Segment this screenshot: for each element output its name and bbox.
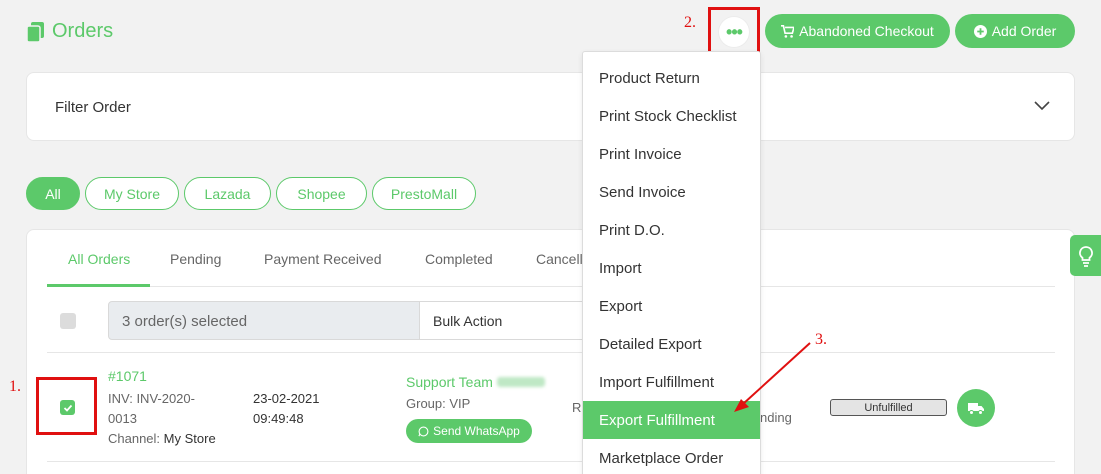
cart-icon bbox=[781, 24, 795, 38]
divider bbox=[47, 461, 1055, 462]
invoice-number: INV: INV-2020-0013 bbox=[108, 389, 223, 429]
tab-payment-received[interactable]: Payment Received bbox=[264, 251, 382, 267]
channel-pill-all[interactable]: All bbox=[26, 177, 80, 210]
order-channel: Channel: My Store bbox=[108, 431, 216, 446]
order-date: 23-02-2021 bbox=[253, 391, 320, 406]
invoice-label: INV: bbox=[108, 391, 133, 406]
truck-icon bbox=[968, 402, 984, 415]
annotation-marker-2: 2. bbox=[684, 14, 696, 31]
menu-item-marketplace-order[interactable]: Marketplace Order bbox=[583, 439, 760, 474]
order-status-tabs: All Orders Pending Payment Received Comp… bbox=[47, 230, 1055, 287]
tab-all-orders[interactable]: All Orders bbox=[68, 251, 130, 267]
more-icon: ••• bbox=[726, 22, 743, 42]
divider bbox=[47, 352, 1055, 353]
group-label: Group: bbox=[406, 396, 446, 411]
customer-group: Group: VIP bbox=[406, 396, 470, 411]
payment-status-text: nding bbox=[760, 410, 792, 425]
more-actions-menu: Product Return Print Stock Checklist Pri… bbox=[582, 51, 761, 474]
customer-name-text: Support Team bbox=[406, 374, 493, 390]
chevron-down-icon[interactable] bbox=[1034, 101, 1050, 111]
active-tab-indicator bbox=[47, 284, 150, 287]
order-row-checkbox[interactable] bbox=[60, 400, 75, 415]
menu-item-send-invoice[interactable]: Send Invoice bbox=[583, 173, 760, 211]
page-title: Orders bbox=[26, 20, 113, 43]
channel-pill-lazada[interactable]: Lazada bbox=[184, 177, 271, 210]
annotation-highlight-row-checkbox bbox=[36, 377, 97, 435]
annotation-highlight-more: ••• bbox=[708, 7, 760, 54]
redacted-name bbox=[496, 377, 545, 387]
group-value: VIP bbox=[449, 396, 471, 411]
fulfill-order-button[interactable] bbox=[957, 389, 995, 427]
menu-item-print-do[interactable]: Print D.O. bbox=[583, 211, 760, 249]
filter-order-panel[interactable]: Filter Order bbox=[26, 72, 1075, 141]
add-order-label: Add Order bbox=[991, 23, 1057, 39]
order-datetime: 23-02-2021 09:49:48 bbox=[253, 389, 343, 429]
menu-item-export-fulfillment[interactable]: Export Fulfillment bbox=[583, 401, 760, 439]
more-actions-button[interactable]: ••• bbox=[719, 17, 749, 47]
orders-icon bbox=[26, 21, 44, 43]
tab-cancelled[interactable]: Cancell bbox=[536, 251, 583, 267]
annotation-marker-1: 1. bbox=[9, 378, 21, 395]
menu-item-detailed-export[interactable]: Detailed Export bbox=[583, 325, 760, 363]
channel-pill-shopee[interactable]: Shopee bbox=[276, 177, 367, 210]
channel-filter: All My Store Lazada Shopee PrestoMall bbox=[26, 177, 476, 210]
whatsapp-icon bbox=[418, 426, 429, 436]
tab-completed[interactable]: Completed bbox=[425, 251, 493, 267]
annotation-marker-3: 3. bbox=[815, 331, 827, 348]
channel-label: Channel: bbox=[108, 431, 161, 446]
tab-pending[interactable]: Pending bbox=[170, 251, 221, 267]
menu-item-print-stock-checklist[interactable]: Print Stock Checklist bbox=[583, 97, 760, 135]
channel-value: My Store bbox=[163, 431, 216, 446]
tips-side-tab[interactable] bbox=[1070, 235, 1101, 276]
menu-item-product-return[interactable]: Product Return bbox=[583, 59, 760, 97]
abandoned-checkout-button[interactable]: Abandoned Checkout bbox=[765, 14, 950, 48]
select-all-checkbox[interactable] bbox=[60, 313, 76, 329]
menu-item-import[interactable]: Import bbox=[583, 249, 760, 287]
fulfillment-status-badge: Unfulfilled bbox=[830, 399, 947, 416]
plus-circle-icon bbox=[973, 24, 987, 38]
bulk-action-select[interactable]: Bulk Action bbox=[419, 301, 585, 340]
check-icon bbox=[63, 404, 72, 412]
order-time: 09:49:48 bbox=[253, 411, 304, 426]
selected-count-field: 3 order(s) selected bbox=[108, 301, 420, 340]
menu-item-print-invoice[interactable]: Print Invoice bbox=[583, 135, 760, 173]
channel-pill-prestomall[interactable]: PrestoMall bbox=[372, 177, 476, 210]
channel-pill-my-store[interactable]: My Store bbox=[85, 177, 179, 210]
add-order-button[interactable]: Add Order bbox=[955, 14, 1075, 48]
page-title-text: Orders bbox=[52, 20, 114, 42]
menu-item-export[interactable]: Export bbox=[583, 287, 760, 325]
abandoned-checkout-label: Abandoned Checkout bbox=[799, 23, 934, 39]
order-id-link[interactable]: #1071 bbox=[108, 368, 147, 384]
filter-order-title: Filter Order bbox=[55, 99, 131, 116]
send-whatsapp-label: Send WhatsApp bbox=[433, 424, 520, 438]
menu-item-import-fulfillment[interactable]: Import Fulfillment bbox=[583, 363, 760, 401]
send-whatsapp-button[interactable]: Send WhatsApp bbox=[406, 419, 532, 443]
lightbulb-icon bbox=[1078, 245, 1093, 267]
orders-panel: All Orders Pending Payment Received Comp… bbox=[26, 229, 1075, 474]
customer-name[interactable]: Support Team bbox=[406, 374, 545, 390]
